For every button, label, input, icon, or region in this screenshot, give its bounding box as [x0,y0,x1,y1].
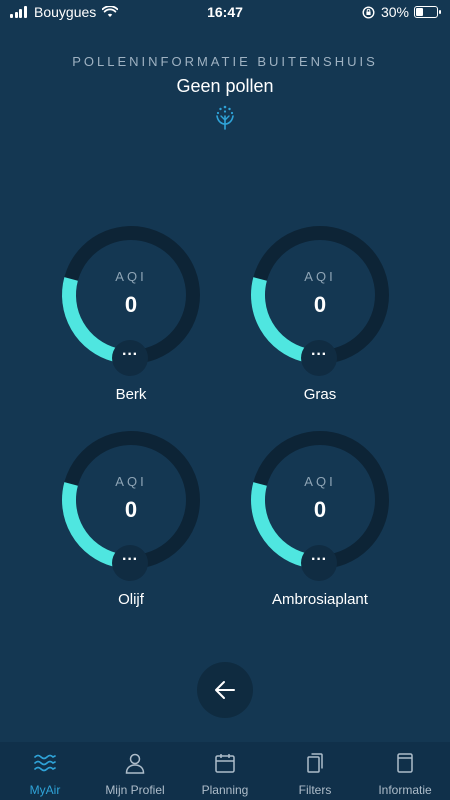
aqi-value: 0 [313,292,327,317]
tab-bar: MyAir Mijn Profiel Planning Filters Info… [0,742,450,800]
aqi-value: 0 [124,497,138,522]
person-icon [125,753,145,774]
aqi-label: AQI [304,474,336,489]
status-right: 30% [362,4,441,20]
page-subtitle: POLLENINFORMATIE BUITENSHUIS [72,54,378,69]
filters-icon [307,753,323,773]
aqi-value: 0 [124,292,138,317]
pollen-name: Gras [303,386,337,403]
status-bar: Bouygues 16:47 30% [0,0,450,26]
orientation-lock-icon [362,5,375,19]
tab-label: Filters [298,783,332,797]
tab-filters[interactable]: Filters [270,742,360,800]
aqi-label: AQI [115,269,147,284]
tab-label: Planning [201,783,249,797]
pollen-name: Olijf [118,591,144,608]
pollen-name: Ambrosiaplant [272,591,368,608]
tab-label: Informatie [378,783,432,797]
book-icon [397,753,413,773]
calendar-icon [215,754,235,773]
more-button[interactable]: ··· [301,340,337,376]
more-button[interactable]: ··· [301,545,337,581]
battery-percent: 30% [380,4,409,20]
waves-icon [34,754,56,772]
tab-myair[interactable]: MyAir [0,742,90,800]
more-button[interactable]: ··· [112,545,148,581]
tab-mijn-profiel[interactable]: Mijn Profiel [90,742,180,800]
more-button[interactable]: ··· [112,340,148,376]
tab-planning[interactable]: Planning [180,742,270,800]
aqi-label: AQI [304,269,336,284]
page-title: Geen pollen [176,76,274,96]
pollen-name: Berk [115,386,147,403]
pollen-icon [216,105,234,130]
tab-label: Mijn Profiel [105,783,165,797]
tab-label: MyAir [29,783,61,797]
back-button[interactable] [197,662,253,718]
aqi-label: AQI [115,474,147,489]
tab-informatie[interactable]: Informatie [360,742,450,800]
battery-icon [414,6,441,18]
arrow-left-icon [215,681,235,699]
aqi-value: 0 [313,497,327,522]
